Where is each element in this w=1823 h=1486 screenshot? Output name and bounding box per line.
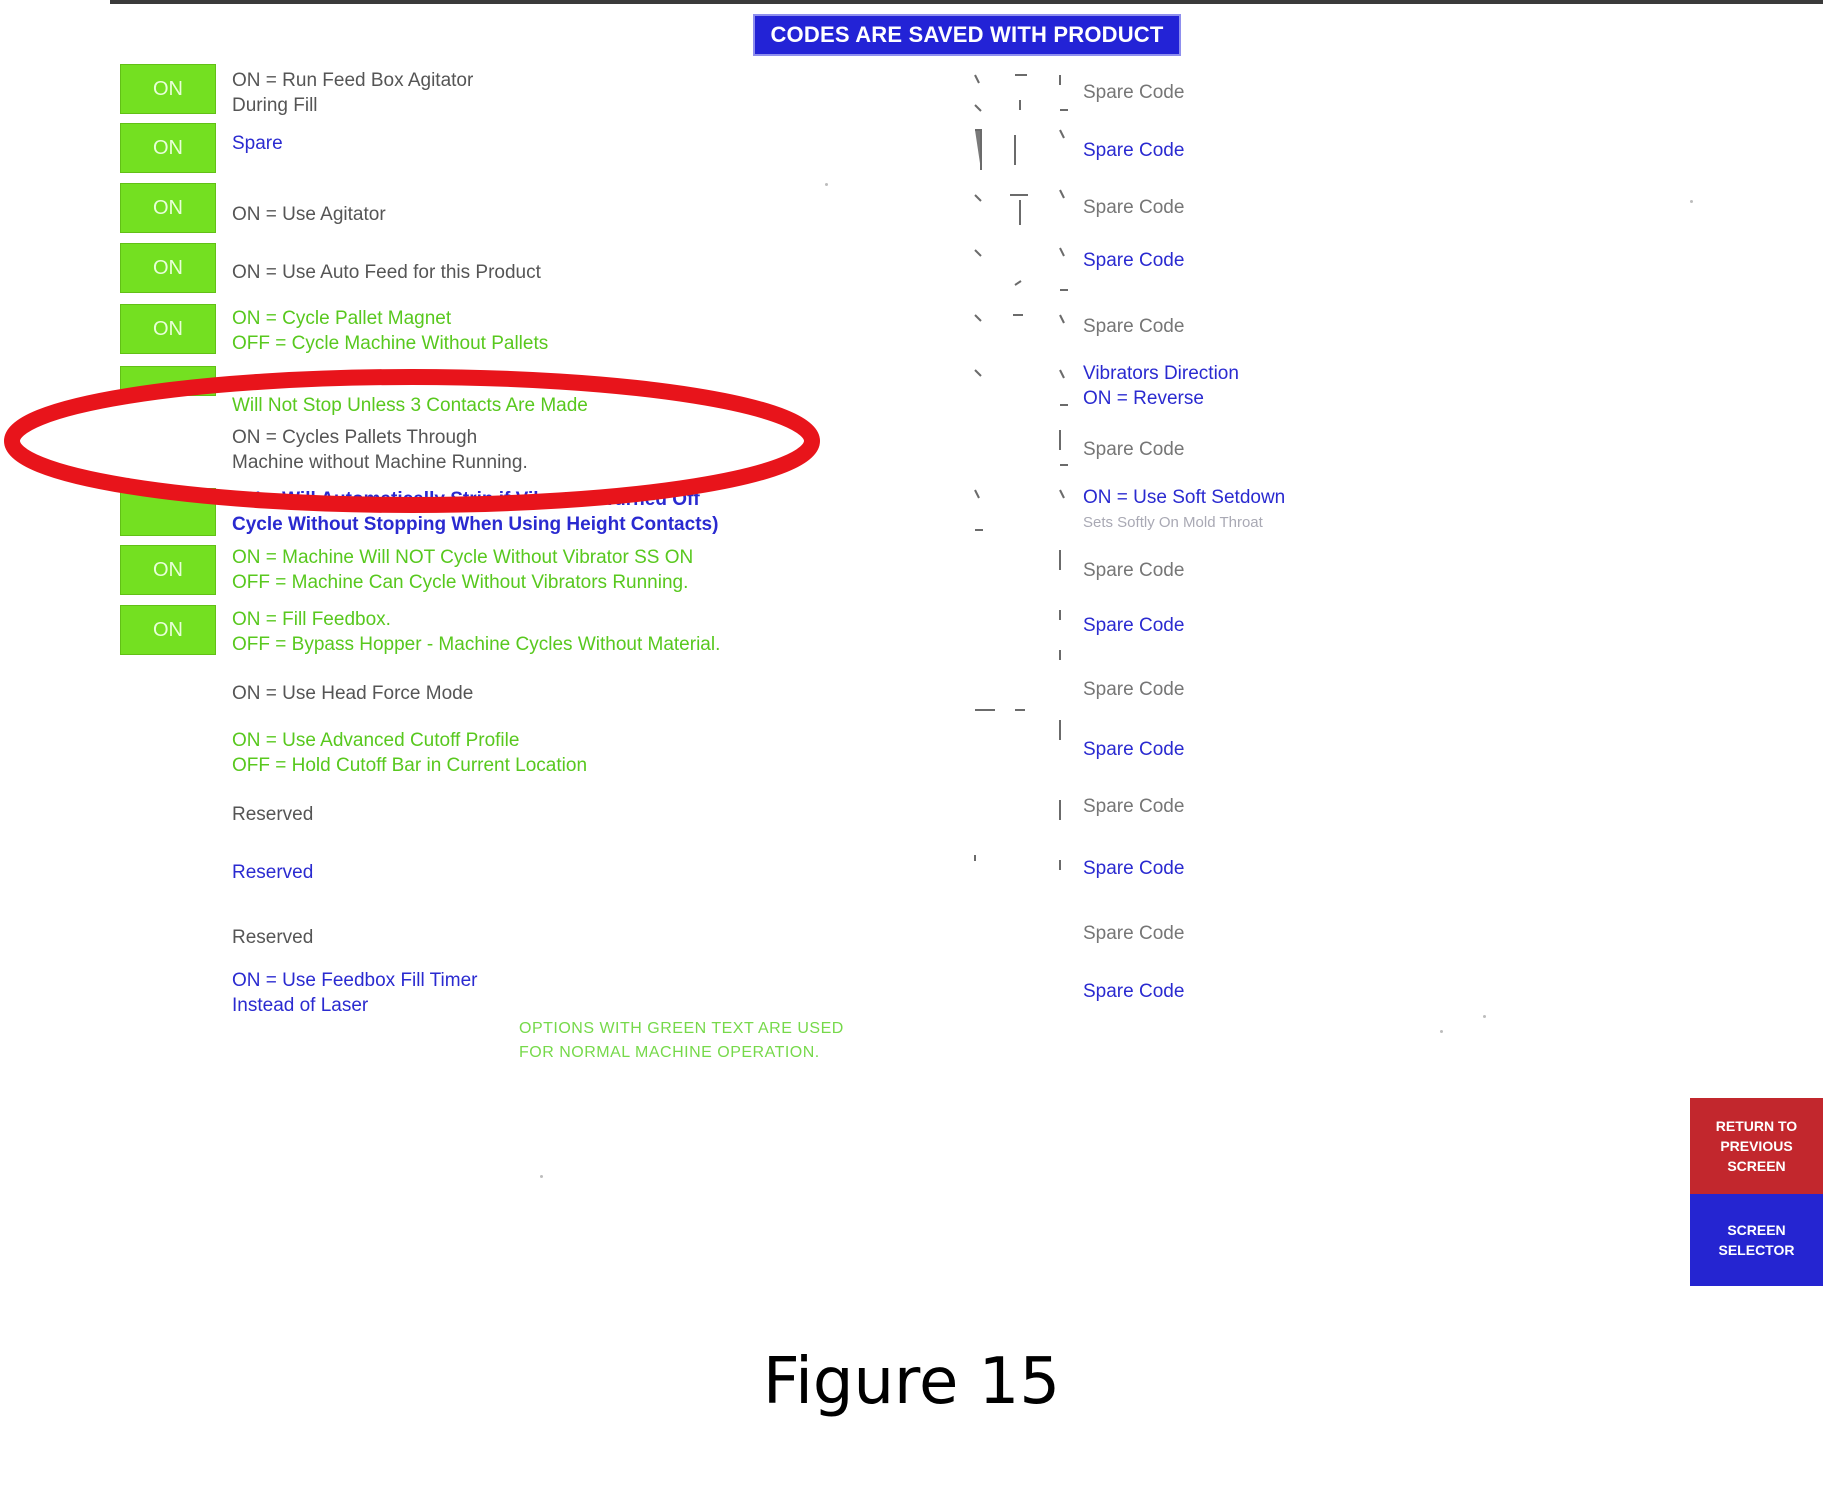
code-line: Spare Code [1083, 316, 1185, 337]
code-line: Vibrators Direction [1083, 363, 1239, 384]
screen-selector-button[interactable]: SCREEN SELECTOR [1690, 1194, 1823, 1286]
code-vibrators-direction: Vibrators Direction ON = Reverse [1083, 361, 1239, 411]
option-line: Instead of Laser [232, 995, 369, 1016]
code-line: Spare Code [1083, 923, 1185, 944]
code-line: ON = Reverse [1083, 388, 1204, 409]
code-line: Spare Code [1083, 858, 1185, 879]
code-soft-setdown: ON = Use Soft Setdown Sets Softly On Mol… [1083, 485, 1285, 535]
toggle-spare[interactable]: ON [120, 123, 216, 173]
codes-saved-banner: CODES ARE SAVED WITH PRODUCT [753, 14, 1181, 56]
option-contacts: Will Not Stop Unless 3 Contacts Are Made [232, 393, 588, 418]
option-line: Cycle Without Stopping When Using Height… [232, 514, 719, 535]
toggle-auto-feed[interactable]: ON [120, 243, 216, 293]
code-line: Spare Code [1083, 560, 1185, 581]
option-reserved-2: Reserved [232, 860, 313, 885]
option-line: ON = Use Advanced Cutoff Profile [232, 730, 520, 751]
option-line: OFF = Machine Can Cycle Without Vibrator… [232, 572, 689, 593]
code-line: Spare Code [1083, 796, 1185, 817]
code-line: Spare Code [1083, 679, 1185, 700]
option-line: ON = Use Agitator [232, 204, 386, 225]
code-spare-8: Spare Code [1083, 613, 1184, 638]
option-line: ON = Fill Feedbox. [232, 609, 391, 630]
option-line: During Fill [232, 95, 318, 116]
note-line: OPTIONS WITH GREEN TEXT ARE USED [519, 1020, 844, 1037]
option-feedbox-fill-timer: ON = Use Feedbox Fill Timer Instead of L… [232, 968, 478, 1018]
option-line: ON = Run Feed Box Agitator [232, 70, 474, 91]
option-auto-feed: ON = Use Auto Feed for this Product [232, 260, 541, 285]
green-text-note: OPTIONS WITH GREEN TEXT ARE USED FOR NOR… [519, 1017, 844, 1065]
option-line: ON = Cycles Pallets Through [232, 427, 478, 448]
code-line: Spare Code [1083, 82, 1185, 103]
option-line: ON = Use Head Force Mode [232, 683, 474, 704]
option-feedbox-agitator: ON = Run Feed Box Agitator During Fill [232, 68, 473, 118]
option-spare: Spare [232, 131, 283, 156]
scan-speck [825, 183, 828, 186]
option-line: Reserved [232, 862, 314, 883]
option-line: ON = Cycle Pallet Magnet [232, 308, 452, 329]
top-border [110, 0, 1823, 4]
bit-marker-column [974, 74, 1068, 870]
code-spare-3: Spare Code [1083, 195, 1184, 220]
option-line: ON = Will Automatically Strip if Vibrato… [232, 489, 700, 510]
scan-speck [1440, 1030, 1443, 1033]
code-spare-14: Spare Code [1083, 979, 1184, 1004]
option-auto-strip: ON = Will Automatically Strip if Vibrato… [232, 487, 718, 537]
toggle-fill-feedbox[interactable]: ON [120, 605, 216, 655]
option-line: OFF = Hold Cutoff Bar in Current Locatio… [232, 755, 588, 776]
option-cutoff-profile: ON = Use Advanced Cutoff Profile OFF = H… [232, 728, 587, 778]
option-line: OFF = Bypass Hopper - Machine Cycles Wit… [232, 634, 721, 655]
option-line: Spare [232, 133, 283, 154]
scan-speck [540, 1175, 543, 1178]
code-line: Spare Code [1083, 981, 1185, 1002]
code-spare-13: Spare Code [1083, 921, 1184, 946]
option-vibrator-ss: ON = Machine Will NOT Cycle Without Vibr… [232, 545, 693, 595]
scan-speck [1690, 200, 1693, 203]
option-line: ON = Machine Will NOT Cycle Without Vibr… [232, 547, 694, 568]
code-line: Sets Softly On Mold Throat [1083, 514, 1263, 531]
scan-speck [1483, 1015, 1486, 1018]
code-spare-9: Spare Code [1083, 677, 1184, 702]
option-reserved-1: Reserved [232, 802, 313, 827]
code-spare-11: Spare Code [1083, 794, 1184, 819]
code-line: ON = Use Soft Setdown [1083, 487, 1286, 508]
code-line: Spare Code [1083, 739, 1185, 760]
code-line: Spare Code [1083, 250, 1185, 271]
option-cycles-pallets-through: ON = Cycles Pallets Through Machine with… [232, 425, 528, 475]
figure-caption: Figure 15 [762, 1345, 1061, 1419]
option-pallet-magnet: ON = Cycle Pallet Magnet OFF = Cycle Mac… [232, 306, 548, 356]
code-spare-6: Spare Code [1083, 437, 1184, 462]
code-line: Spare Code [1083, 615, 1185, 636]
option-fill-feedbox: ON = Fill Feedbox. OFF = Bypass Hopper -… [232, 607, 720, 657]
code-line: Spare Code [1083, 439, 1185, 460]
code-spare-4: Spare Code [1083, 248, 1184, 273]
code-spare-12: Spare Code [1083, 856, 1184, 881]
code-spare-1: Spare Code [1083, 80, 1184, 105]
option-head-force: ON = Use Head Force Mode [232, 681, 473, 706]
toggle-pallet-magnet[interactable]: ON [120, 304, 216, 354]
option-line: Reserved [232, 804, 314, 825]
option-line: Reserved [232, 927, 314, 948]
code-line: Spare Code [1083, 197, 1185, 218]
option-use-agitator: ON = Use Agitator [232, 202, 386, 227]
code-spare-7: Spare Code [1083, 558, 1184, 583]
code-spare-2: Spare Code [1083, 138, 1184, 163]
option-line: OFF = Cycle Machine Without Pallets [232, 333, 549, 354]
toggle-feedbox-agitator[interactable]: ON [120, 64, 216, 114]
return-to-previous-screen-button[interactable]: RETURN TO PREVIOUS SCREEN [1690, 1098, 1823, 1194]
option-line: Will Not Stop Unless 3 Contacts Are Made [232, 395, 588, 416]
code-spare-10: Spare Code [1083, 737, 1184, 762]
option-line: Machine without Machine Running. [232, 452, 528, 473]
toggle-vibrator-ss[interactable]: ON [120, 545, 216, 595]
toggle-use-agitator[interactable]: ON [120, 183, 216, 233]
code-spare-5: Spare Code [1083, 314, 1184, 339]
toggle-contacts[interactable] [120, 366, 216, 396]
option-reserved-3: Reserved [232, 925, 313, 950]
toggle-auto-strip[interactable] [120, 488, 216, 536]
code-line: Spare Code [1083, 140, 1185, 161]
note-line: FOR NORMAL MACHINE OPERATION. [519, 1044, 820, 1061]
option-line: ON = Use Feedbox Fill Timer [232, 970, 478, 991]
option-line: ON = Use Auto Feed for this Product [232, 262, 541, 283]
